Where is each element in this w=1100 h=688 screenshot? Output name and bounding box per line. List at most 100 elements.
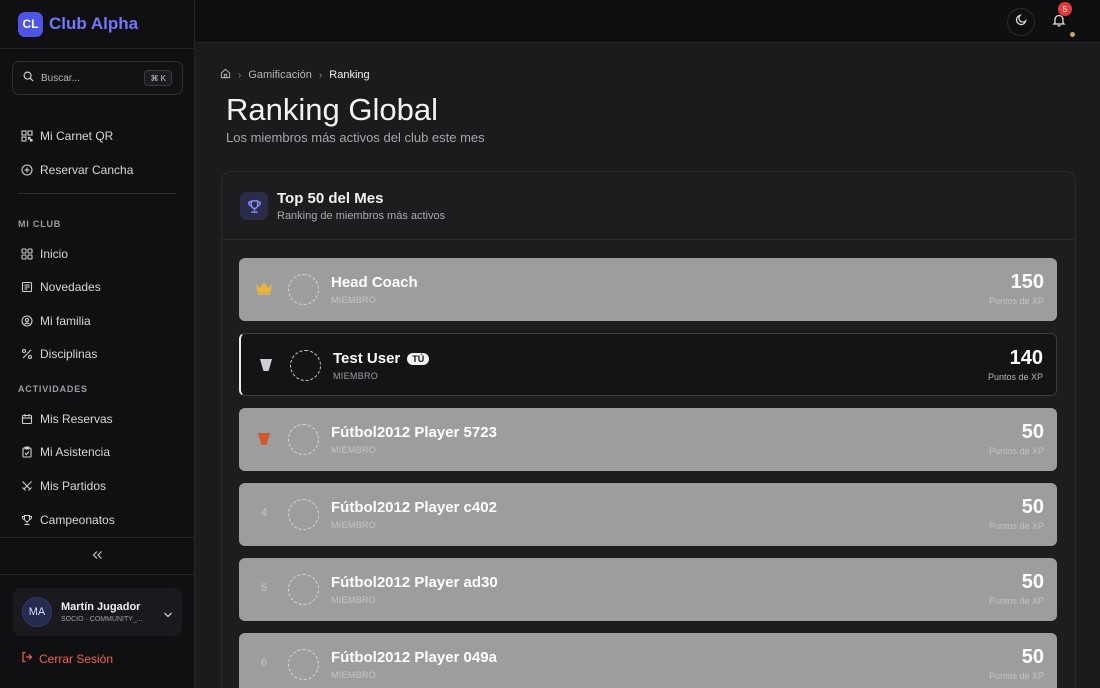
member-points: 140 <box>1009 347 1043 369</box>
theme-toggle-button[interactable] <box>1007 8 1035 36</box>
member-points: 50 <box>1021 646 1044 668</box>
sidebar-item-reservar-cancha[interactable]: Reservar Cancha <box>21 160 133 180</box>
logout-button[interactable]: Cerrar Sesión <box>21 650 113 668</box>
brand-logo: CL <box>18 11 43 37</box>
points-label: Puntos de XP <box>988 446 1044 456</box>
bronze-medal-icon <box>252 426 276 450</box>
section-title-mi-club: MI CLUB <box>18 219 62 229</box>
rank-slot: 6 <box>252 651 276 675</box>
divider <box>18 193 176 194</box>
points-label: Puntos de XP <box>988 296 1044 306</box>
family-icon <box>21 315 33 327</box>
sidebar-item-label: Mis Reservas <box>40 412 113 426</box>
member-role: MIEMBRO <box>331 595 377 605</box>
chevrons-left-icon <box>92 547 103 565</box>
trophy-icon <box>21 514 33 526</box>
points-label: Puntos de XP <box>987 372 1043 382</box>
qr-icon <box>21 130 33 142</box>
sidebar-item-label: Campeonatos <box>40 513 115 527</box>
ranking-row[interactable]: 4 Fútbol2012 Player c402 MIEMBRO 50 Punt… <box>239 483 1057 546</box>
sidebar-item-inicio[interactable]: Inicio <box>21 244 68 264</box>
rank-number: 5 <box>260 582 268 594</box>
rank-slot: 4 <box>252 501 276 525</box>
page-title: Ranking Global <box>226 92 438 127</box>
member-name: Fútbol2012 Player ad30 <box>331 574 498 591</box>
ranking-row[interactable]: Fútbol2012 Player 5723 MIEMBRO 50 Puntos… <box>239 408 1057 471</box>
rank-slot: 5 <box>252 576 276 600</box>
avatar: MA <box>22 597 52 627</box>
sidebar-item-novedades[interactable]: Novedades <box>21 277 101 297</box>
avatar <box>288 424 319 455</box>
member-name: Fútbol2012 Player 5723 <box>331 424 497 441</box>
trophy-icon <box>240 192 268 220</box>
points-label: Puntos de XP <box>988 521 1044 531</box>
user-menu[interactable]: MA Martín Jugador SOCIO · COMMUNITY_... <box>13 588 182 636</box>
avatar <box>288 499 319 530</box>
sidebar-item-label: Mi Carnet QR <box>40 129 114 143</box>
clipboard-icon <box>21 446 33 458</box>
moon-icon <box>1015 13 1028 31</box>
member-name-text: Test User <box>333 350 401 367</box>
sidebar-item-label: Mi familia <box>40 314 91 328</box>
breadcrumb-item[interactable]: Gamificación <box>248 69 312 81</box>
sidebar-item-label: Disciplinas <box>40 347 98 361</box>
page-subtitle: Los miembros más activos del club este m… <box>226 130 485 145</box>
topbar: 5 <box>195 0 1100 43</box>
breadcrumb-current: Ranking <box>329 69 370 81</box>
member-name: Fútbol2012 Player 049a <box>331 649 497 666</box>
sidebar: CL Club Alpha Buscar... ⌘ K Mi Carnet QR… <box>0 0 195 688</box>
search-placeholder: Buscar... <box>41 72 80 84</box>
grid-icon <box>21 248 33 260</box>
member-name: Fútbol2012 Player c402 <box>331 499 497 516</box>
sidebar-item-label: Novedades <box>40 280 101 294</box>
sidebar-item-label: Mis Partidos <box>40 479 107 493</box>
member-role: MIEMBRO <box>331 445 377 455</box>
status-dot <box>1070 32 1075 37</box>
member-role: MIEMBRO <box>331 670 377 680</box>
avatar <box>288 574 319 605</box>
silver-medal-icon <box>254 352 278 376</box>
avatar <box>288 649 319 680</box>
sidebar-item-label: Inicio <box>40 247 69 261</box>
user-info: Martín Jugador SOCIO · COMMUNITY_... <box>61 601 143 623</box>
current-user-badge: TÚ <box>407 353 430 366</box>
logout-label: Cerrar Sesión <box>39 652 114 666</box>
member-name: Head Coach <box>331 274 418 291</box>
collapse-sidebar-button[interactable] <box>0 537 195 575</box>
sidebar-item-label: Mi Asistencia <box>40 445 111 459</box>
brand[interactable]: CL Club Alpha <box>0 0 194 49</box>
member-points: 50 <box>1021 496 1044 518</box>
member-role: MIEMBRO <box>331 520 377 530</box>
member-name: Test User TÚ <box>333 350 430 367</box>
chevron-right-icon: › <box>238 69 242 81</box>
card-header: Top 50 del Mes Ranking de miembros más a… <box>222 172 1075 240</box>
points-label: Puntos de XP <box>988 671 1044 681</box>
card-subtitle: Ranking de miembros más activos <box>277 210 446 222</box>
sidebar-item-mis-reservas[interactable]: Mis Reservas <box>21 409 113 429</box>
logout-icon <box>21 650 33 668</box>
search-icon <box>23 69 34 87</box>
plus-circle-icon <box>21 164 33 176</box>
avatar <box>290 350 321 381</box>
ranking-row-current-user[interactable]: Test User TÚ MIEMBRO 140 Puntos de XP <box>239 333 1057 396</box>
ranking-row[interactable]: 5 Fútbol2012 Player ad30 MIEMBRO 50 Punt… <box>239 558 1057 621</box>
ranking-row[interactable]: Head Coach MIEMBRO 150 Puntos de XP <box>239 258 1057 321</box>
sidebar-item-campeonatos[interactable]: Campeonatos <box>21 510 115 530</box>
member-role: MIEMBRO <box>333 371 379 381</box>
gold-crown-icon <box>252 276 276 300</box>
search-shortcut: ⌘ K <box>144 70 172 86</box>
member-points: 150 <box>1010 271 1044 293</box>
sidebar-item-mi-familia[interactable]: Mi familia <box>21 311 91 331</box>
search-input[interactable]: Buscar... ⌘ K <box>12 61 183 95</box>
chevron-down-icon <box>163 606 173 624</box>
ranking-row[interactable]: 6 Fútbol2012 Player 049a MIEMBRO 50 Punt… <box>239 633 1057 688</box>
sidebar-item-mi-asistencia[interactable]: Mi Asistencia <box>21 442 110 462</box>
sidebar-item-mis-partidos[interactable]: Mis Partidos <box>21 476 106 496</box>
sidebar-item-label: Reservar Cancha <box>40 163 134 177</box>
sidebar-item-disciplinas[interactable]: Disciplinas <box>21 344 97 364</box>
home-icon[interactable] <box>220 68 231 82</box>
member-points: 50 <box>1021 571 1044 593</box>
sidebar-item-carnet-qr[interactable]: Mi Carnet QR <box>21 126 113 146</box>
notification-count-badge: 5 <box>1058 2 1072 16</box>
chevron-right-icon: › <box>318 69 323 81</box>
